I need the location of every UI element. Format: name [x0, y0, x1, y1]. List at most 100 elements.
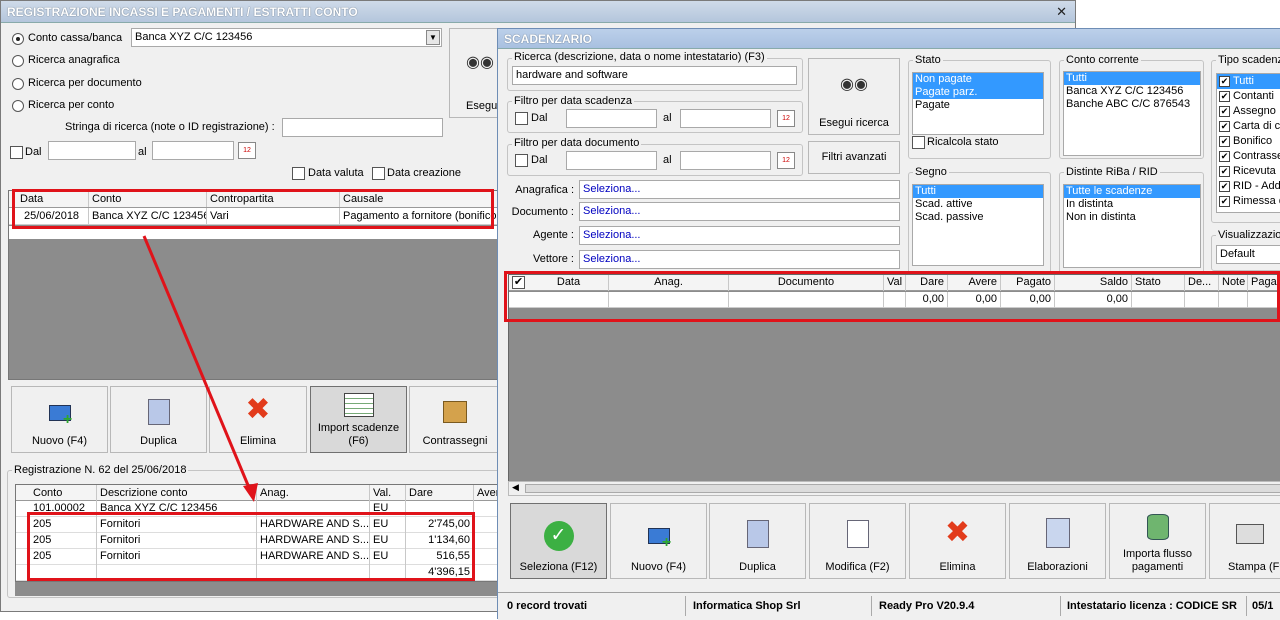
- list-item-label: Rimessa d: [1233, 195, 1280, 207]
- calendar-icon[interactable]: 12: [777, 110, 795, 127]
- scad-dal-input[interactable]: [566, 109, 657, 128]
- list-item[interactable]: Pagate parz.: [913, 86, 1043, 99]
- list-item[interactable]: Banche ABC C/C 876543: [1064, 98, 1200, 111]
- status-divider: [1246, 596, 1247, 616]
- checkbox-checked-icon[interactable]: ✔: [1219, 136, 1230, 147]
- anagrafica-field[interactable]: Seleziona...: [579, 180, 900, 199]
- filtro-doc-label: Filtro per data documento: [512, 137, 642, 149]
- list-item[interactable]: Non in distinta: [1064, 211, 1200, 224]
- conto-corrente-list[interactable]: Tutti Banca XYZ C/C 123456 Banche ABC C/…: [1063, 71, 1201, 156]
- vettore-field[interactable]: Seleziona...: [579, 250, 900, 269]
- list-item[interactable]: In distinta: [1064, 198, 1200, 211]
- list-item[interactable]: Pagate: [913, 99, 1043, 112]
- scroll-left-icon[interactable]: ◀: [512, 482, 519, 493]
- gears-document-icon: [1045, 518, 1070, 548]
- copy-icon: [746, 520, 769, 548]
- elimina-button[interactable]: ✖ Elimina: [909, 503, 1006, 579]
- seleziona-button[interactable]: ✓ Seleziona (F12): [510, 503, 607, 579]
- list-item[interactable]: ✔ Contanti: [1217, 89, 1280, 104]
- visualizzazione-select[interactable]: Default: [1216, 245, 1280, 264]
- ricerca-input[interactable]: hardware and software: [512, 66, 797, 85]
- list-item[interactable]: ✔ RID - Add: [1217, 179, 1280, 194]
- filtro-doc-checkbox[interactable]: [515, 154, 528, 167]
- segno-list[interactable]: Tutti Scad. attive Scad. passive: [912, 184, 1044, 266]
- anagrafica-value: Seleziona...: [583, 183, 641, 195]
- list-item[interactable]: ✔ Ricevuta: [1217, 164, 1280, 179]
- esegui-ricerca-button[interactable]: ◉◉ Esegui ricerca: [808, 58, 900, 135]
- esegui-ricerca-label: Esegui ricerca: [819, 117, 889, 129]
- list-item[interactable]: Tutti: [913, 185, 1043, 198]
- filtri-avanzati-label: Filtri avanzati: [821, 151, 887, 163]
- modifica-button[interactable]: Modifica (F2): [809, 503, 906, 579]
- list-item[interactable]: Scad. passive: [913, 211, 1043, 224]
- filtro-scad-label: Filtro per data scadenza: [512, 95, 635, 107]
- ricerca-value: hardware and software: [516, 69, 628, 81]
- distinte-list[interactable]: Tutte le scadenze In distinta Non in dis…: [1063, 184, 1201, 268]
- version-label: Ready Pro V20.9.4: [879, 600, 975, 612]
- calendar-icon[interactable]: 12: [777, 152, 795, 169]
- tipo-list[interactable]: ✔ Tutti ✔ Contanti ✔ Assegno ✔ Carta di c ✔ Bonif…: [1216, 73, 1280, 213]
- ricalcola-checkbox[interactable]: [912, 136, 925, 149]
- checkbox-checked-icon[interactable]: ✔: [1219, 181, 1230, 192]
- scad-al-input[interactable]: [680, 109, 771, 128]
- status-divider: [871, 596, 872, 616]
- doc-al-input[interactable]: [680, 151, 771, 170]
- elaborazioni-button[interactable]: Elaborazioni: [1009, 503, 1106, 579]
- stato-list[interactable]: Non pagate Pagate parz. Pagate: [912, 72, 1044, 135]
- documento-value: Seleziona...: [583, 205, 641, 217]
- list-item[interactable]: ✔ Tutti: [1217, 74, 1280, 89]
- agente-field[interactable]: Seleziona...: [579, 226, 900, 245]
- filtri-avanzati-button[interactable]: Filtri avanzati: [808, 141, 900, 174]
- list-item[interactable]: Tutti: [1064, 72, 1200, 85]
- list-item[interactable]: ✔ Carta di c: [1217, 119, 1280, 134]
- checkbox-checked-icon[interactable]: ✔: [1219, 76, 1230, 87]
- window-title: SCADENZARIO: [504, 32, 593, 46]
- checkbox-checked-icon[interactable]: ✔: [1219, 151, 1230, 162]
- list-item[interactable]: Scad. attive: [913, 198, 1043, 211]
- duplica-label: Duplica: [739, 561, 776, 573]
- anagrafica-label: Anagrafica :: [515, 184, 574, 196]
- list-item[interactable]: Banca XYZ C/C 123456: [1064, 85, 1200, 98]
- stato-title: Stato: [913, 54, 943, 66]
- checkbox-checked-icon[interactable]: ✔: [1219, 166, 1230, 177]
- checkbox-checked-icon[interactable]: ✔: [1219, 121, 1230, 132]
- status-divider: [1060, 596, 1061, 616]
- list-item[interactable]: ✔ Rimessa d: [1217, 194, 1280, 209]
- al-label: al: [663, 154, 672, 166]
- doc-dal-input[interactable]: [566, 151, 657, 170]
- vettore-value: Seleziona...: [583, 253, 641, 265]
- documento-field[interactable]: Seleziona...: [579, 202, 900, 221]
- nuovo-button[interactable]: + Nuovo (F4): [610, 503, 707, 579]
- duplica-button[interactable]: Duplica: [709, 503, 806, 579]
- visualizzazione-value: Default: [1220, 248, 1255, 260]
- list-item-label: Tutti: [1233, 75, 1254, 87]
- checkbox-checked-icon[interactable]: ✔: [1219, 196, 1230, 207]
- scroll-thumb[interactable]: [525, 484, 1280, 493]
- nuovo-label: Nuovo (F4): [630, 561, 687, 573]
- checkbox-checked-icon[interactable]: ✔: [1219, 91, 1230, 102]
- date-label: 05/1: [1252, 600, 1274, 612]
- agente-value: Seleziona...: [583, 229, 641, 241]
- list-item[interactable]: ✔ Assegno: [1217, 104, 1280, 119]
- scadenzario-window: SCADENZARIO Ricerca (descrizione, data o…: [497, 28, 1280, 620]
- list-item-label: RID - Add: [1233, 180, 1280, 192]
- list-item[interactable]: ✔ Contrasse: [1217, 149, 1280, 164]
- horizontal-scrollbar[interactable]: ◀: [508, 481, 1280, 496]
- stampa-button[interactable]: Stampa (F9: [1209, 503, 1280, 579]
- list-item[interactable]: ✔ Bonifico: [1217, 134, 1280, 149]
- checkbox-checked-icon[interactable]: ✔: [1219, 106, 1230, 117]
- license-label: Intestatario licenza : CODICE SR: [1067, 600, 1237, 612]
- ricerca-label: Ricerca (descrizione, data o nome intest…: [512, 51, 767, 63]
- dal-label: Dal: [531, 154, 548, 166]
- list-item[interactable]: Tutte le scadenze: [1064, 185, 1200, 198]
- elaborazioni-label: Elaborazioni: [1027, 561, 1088, 573]
- delete-x-icon: ✖: [944, 516, 971, 549]
- highlight-box: [504, 271, 1280, 322]
- importa-flusso-button[interactable]: Importa flusso pagamenti: [1109, 503, 1206, 579]
- list-item-label: Ricevuta: [1233, 165, 1276, 177]
- documento-label: Documento :: [511, 206, 574, 218]
- seleziona-label: Seleziona (F12): [519, 561, 598, 573]
- list-item[interactable]: Non pagate: [913, 73, 1043, 86]
- filtro-scad-checkbox[interactable]: [515, 112, 528, 125]
- list-item-label: Contanti: [1233, 90, 1274, 102]
